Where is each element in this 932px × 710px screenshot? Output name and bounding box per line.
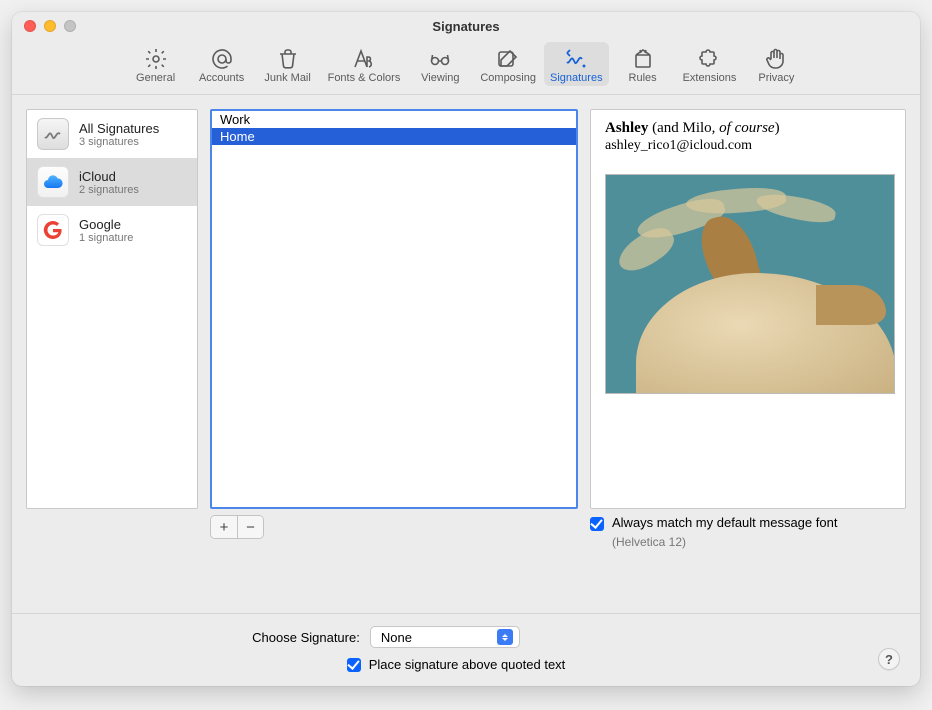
preview-name-line: Ashley (and Milo, of course) — [605, 120, 891, 137]
tab-label: Rules — [629, 72, 657, 84]
match-font-label: Always match my default message font — [612, 515, 837, 530]
footer: Choose Signature: None Place signature a… — [12, 613, 920, 686]
font-icon — [350, 46, 378, 72]
account-subtitle: 2 signatures — [79, 184, 139, 196]
hand-icon — [762, 46, 790, 72]
account-title: Google — [79, 217, 133, 232]
tab-extensions[interactable]: Extensions — [677, 42, 743, 86]
tab-label: Privacy — [758, 72, 794, 84]
account-item-google[interactable]: Google 1 signature — [27, 206, 197, 254]
preview-image — [605, 174, 895, 394]
preview-name-bold: Ashley — [605, 120, 648, 136]
signatures-list[interactable]: Work Home — [210, 109, 578, 509]
signatures-toolbar: + − — [210, 509, 578, 613]
tab-privacy[interactable]: Privacy — [744, 42, 808, 86]
gear-icon — [142, 46, 170, 72]
tab-junk-mail[interactable]: Junk Mail — [256, 42, 320, 86]
titlebar: Signatures — [12, 12, 920, 40]
tab-composing[interactable]: Composing — [474, 42, 542, 86]
tab-label: General — [136, 72, 175, 84]
tab-label: Viewing — [421, 72, 459, 84]
icloud-icon — [37, 166, 69, 198]
trash-icon — [274, 46, 302, 72]
account-subtitle: 1 signature — [79, 232, 133, 244]
preferences-window: Signatures General Accounts Junk Mail Fo… — [12, 12, 920, 686]
preview-options: Always match my default message font (He… — [590, 509, 906, 613]
tab-accounts[interactable]: Accounts — [190, 42, 254, 86]
remove-signature-button[interactable]: − — [237, 516, 263, 538]
help-button[interactable]: ? — [878, 648, 900, 670]
signature-preview[interactable]: Ashley (and Milo, of course) ashley_rico… — [590, 109, 906, 509]
at-icon — [208, 46, 236, 72]
tab-label: Junk Mail — [264, 72, 310, 84]
rules-icon — [629, 46, 657, 72]
account-title: iCloud — [79, 169, 139, 184]
tab-fonts-colors[interactable]: Fonts & Colors — [322, 42, 407, 86]
match-font-sub: (Helvetica 12) — [612, 535, 906, 549]
signature-item-home[interactable]: Home — [212, 128, 576, 145]
content-area: All Signatures 3 signatures iCloud 2 sig… — [12, 95, 920, 613]
signature-item-work[interactable]: Work — [212, 111, 576, 128]
compose-icon — [494, 46, 522, 72]
preferences-toolbar: General Accounts Junk Mail Fonts & Color… — [12, 40, 920, 95]
accounts-list: All Signatures 3 signatures iCloud 2 sig… — [26, 109, 198, 509]
tab-label: Accounts — [199, 72, 244, 84]
preview-name-rest: (and Milo, — [648, 120, 719, 136]
add-remove-group: + − — [210, 515, 264, 539]
preview-name-italic: of course — [719, 120, 774, 136]
signature-badge-icon — [37, 118, 69, 150]
puzzle-icon — [695, 46, 723, 72]
choose-signature-value: None — [381, 630, 412, 645]
chevron-updown-icon — [497, 629, 513, 645]
account-title: All Signatures — [79, 121, 159, 136]
preview-email: ashley_rico1@icloud.com — [605, 138, 891, 154]
match-font-checkbox[interactable] — [590, 517, 604, 531]
tab-label: Fonts & Colors — [328, 72, 401, 84]
tab-signatures[interactable]: Signatures — [544, 42, 609, 86]
add-signature-button[interactable]: + — [211, 516, 237, 538]
account-subtitle: 3 signatures — [79, 136, 159, 148]
window-title: Signatures — [12, 19, 920, 34]
tab-label: Extensions — [683, 72, 737, 84]
tab-general[interactable]: General — [124, 42, 188, 86]
place-above-label: Place signature above quoted text — [369, 657, 566, 672]
choose-signature-label: Choose Signature: — [252, 630, 360, 645]
choose-signature-select[interactable]: None — [370, 626, 520, 648]
signature-icon — [562, 46, 590, 72]
tab-rules[interactable]: Rules — [611, 42, 675, 86]
tab-label: Composing — [480, 72, 536, 84]
tab-label: Signatures — [550, 72, 603, 84]
preview-name-rest2: ) — [775, 120, 780, 136]
account-item-all[interactable]: All Signatures 3 signatures — [27, 110, 197, 158]
account-item-icloud[interactable]: iCloud 2 signatures — [27, 158, 197, 206]
place-above-checkbox[interactable] — [347, 658, 361, 672]
google-icon — [37, 214, 69, 246]
glasses-icon — [426, 46, 454, 72]
tab-viewing[interactable]: Viewing — [408, 42, 472, 86]
